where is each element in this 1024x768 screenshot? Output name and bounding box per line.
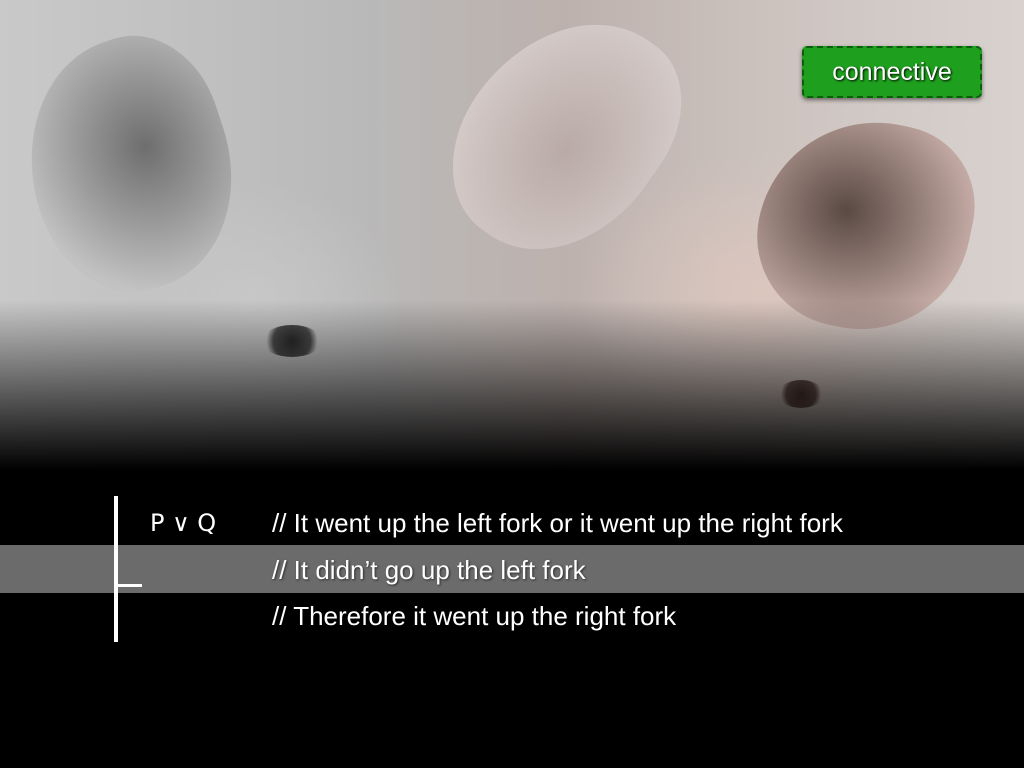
photo-fade [0,300,1024,470]
turnstile-horizontal-bar [114,584,142,587]
right-pig-left-ear [415,0,715,292]
conclusion-comment: // Therefore it went up the right fork [272,601,677,631]
second-premise-comment: // It didn’t go up the left fork [272,555,586,585]
left-pig-ear [0,15,264,315]
premise-comment: // It went up the left fork or it went u… [272,508,843,538]
slide: connective P ∨ Q // It went up the left … [0,0,1024,768]
premise-formula: P ∨ Q [150,509,217,537]
connective-tag: connective [802,46,982,98]
turnstile-vertical-bar [114,496,118,642]
